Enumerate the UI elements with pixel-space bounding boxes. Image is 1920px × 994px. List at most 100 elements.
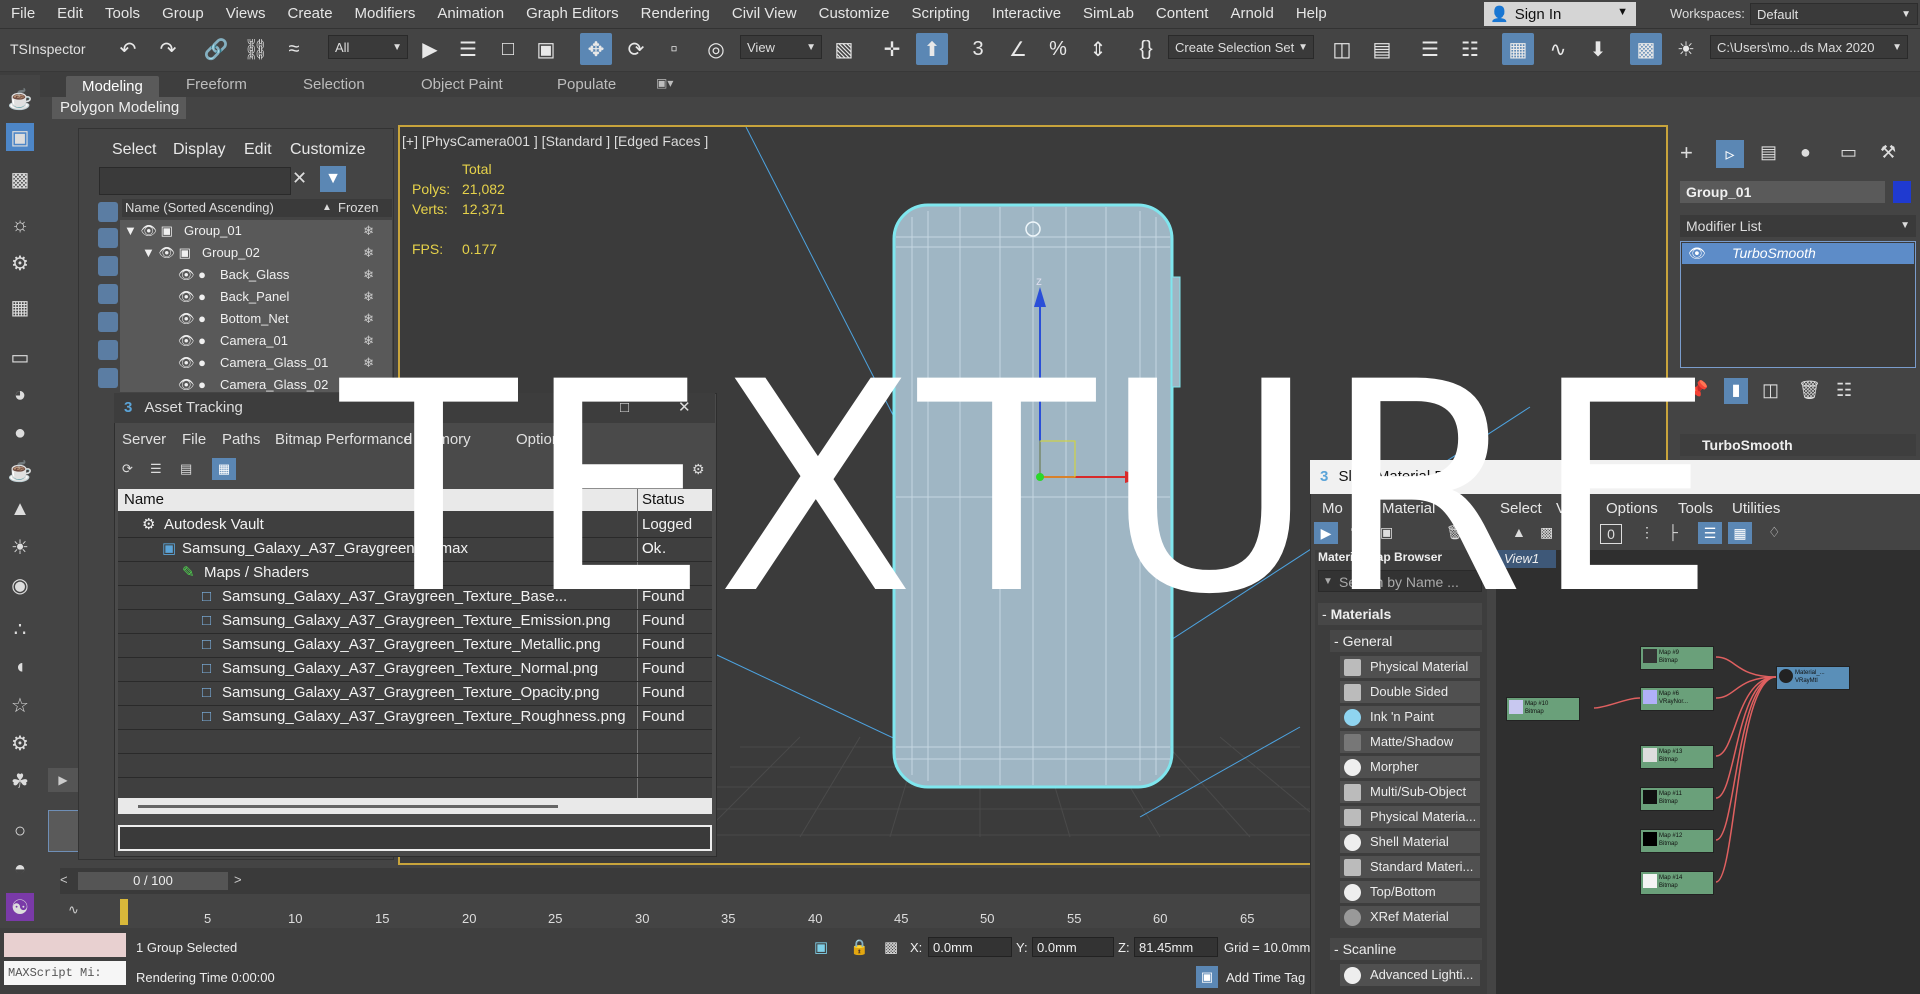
object-color-swatch[interactable] — [1893, 181, 1911, 203]
explorer-row[interactable]: 👁 ● Back_Glass ❄ — [120, 264, 392, 286]
scrollbar-thumb[interactable] — [138, 805, 558, 808]
asset-menu-file[interactable]: File — [182, 431, 206, 448]
angle-snap-icon[interactable]: ∠ — [1002, 33, 1034, 65]
select-object-icon[interactable]: ▶ — [414, 33, 446, 65]
gear-icon[interactable]: ⚙ — [6, 729, 34, 757]
render-setup-icon[interactable]: ☀ — [1670, 33, 1702, 65]
freeze-icon[interactable]: ❄ — [363, 352, 374, 374]
select-and-rotate-icon[interactable]: ⟳ — [620, 33, 652, 65]
expand-icon[interactable]: ▼ 👁 ▣ — [124, 220, 173, 242]
slate-menu-material[interactable]: Material — [1382, 500, 1435, 517]
node-map-13[interactable]: Map #13 Bitmap — [1640, 745, 1714, 769]
asset-menu-paths[interactable]: Paths — [222, 431, 260, 448]
visibility-icon[interactable]: 👁 ● — [178, 352, 206, 374]
settings-icon[interactable]: ⚙ — [692, 461, 705, 478]
select-and-move-icon[interactable]: ✥ — [580, 33, 612, 65]
freeze-icon[interactable]: ❄ — [363, 242, 374, 264]
maxscript-mini-listener[interactable]: MAXScript Mi: — [4, 961, 126, 985]
utilities-tab-icon[interactable]: ⚒ — [1880, 142, 1896, 163]
menu-content[interactable]: Content — [1145, 0, 1220, 28]
absolute-mode-icon[interactable]: ▩ — [884, 938, 898, 956]
scene-icon[interactable]: ⚙ — [6, 249, 34, 277]
viewport-label[interactable]: [+] [PhysCamera001 ] [Standard ] [Edged … — [402, 133, 708, 149]
slate-menu-edit[interactable]: E — [1456, 500, 1466, 517]
display-none-icon[interactable] — [98, 202, 118, 222]
hemisphere-icon[interactable]: ◕ — [6, 381, 34, 409]
close-icon[interactable]: ✕ — [292, 168, 307, 189]
modify-tab-icon[interactable]: ▹ — [1716, 140, 1744, 168]
explorer-menu-customize[interactable]: Customize — [290, 141, 366, 159]
material-item[interactable]: Ink 'n Paint — [1340, 706, 1480, 728]
turbosmooth-rollout[interactable]: TurboSmooth — [1680, 434, 1916, 456]
menu-rendering[interactable]: Rendering — [630, 0, 721, 28]
light-icon[interactable]: ☼ — [6, 211, 34, 239]
object-name-field[interactable]: Group_01 — [1680, 181, 1885, 203]
freeze-icon[interactable]: ❄ — [363, 286, 374, 308]
undo-icon[interactable]: ↶ — [112, 33, 144, 65]
visibility-icon[interactable]: 👁 ● — [178, 286, 206, 308]
material-item[interactable]: Top/Bottom — [1340, 881, 1480, 903]
menu-edit[interactable]: Edit — [46, 0, 94, 28]
asset-menu-memory[interactable]: d Memory — [404, 431, 471, 448]
asset-menu-options[interactable]: Options — [516, 431, 568, 448]
material-item[interactable]: Multi/Sub-Object — [1340, 781, 1480, 803]
filter-icon[interactable]: ▼ — [320, 166, 346, 192]
spinner-snap-icon[interactable]: ⇕ — [1082, 33, 1114, 65]
navigator-icon[interactable]: ♢ — [1768, 524, 1781, 541]
rectangle-selection-icon[interactable]: □ — [492, 33, 524, 65]
help-icon[interactable]: ? — [658, 461, 666, 477]
select-by-name-icon[interactable]: ☰ — [452, 33, 484, 65]
explorer-menu-display[interactable]: Display — [173, 141, 225, 159]
select-tool-icon[interactable]: ▶ — [1314, 522, 1338, 544]
link-icon[interactable]: 🔗 — [200, 33, 232, 65]
visibility-icon[interactable]: 👁 ● — [178, 374, 206, 392]
material-item[interactable]: Standard Materi... — [1340, 856, 1480, 878]
column-status-header[interactable]: Status — [642, 489, 685, 511]
menu-customize[interactable]: Customize — [808, 0, 901, 28]
assign-material-icon[interactable]: ▣ — [1380, 524, 1393, 541]
parameter-editor-icon[interactable]: ▦ — [1728, 522, 1752, 544]
show-end-result-icon[interactable]: ▮ — [1724, 378, 1748, 404]
display-geometry-icon[interactable] — [98, 228, 118, 248]
modifier-stack-item[interactable]: 👁 TurboSmooth — [1682, 243, 1914, 264]
slate-menu-modes[interactable]: Mo — [1322, 500, 1343, 517]
general-section[interactable]: - General — [1330, 630, 1482, 652]
slate-titlebar[interactable]: 3 Slate Material Ed — [1310, 460, 1920, 494]
material-item[interactable]: Double Sided — [1340, 681, 1480, 703]
sun-icon[interactable]: ☀ — [6, 533, 34, 561]
browser-search-input[interactable]: ▼ Search by Name ... — [1318, 570, 1482, 592]
polygon-modeling-panel[interactable]: Polygon Modeling — [52, 97, 186, 119]
plant-icon[interactable]: ☘ — [6, 767, 34, 795]
node-material[interactable]: Material_... VRayMtl — [1776, 666, 1850, 690]
modifier-list-select[interactable]: Modifier List ▼ — [1680, 215, 1916, 237]
display-tab-icon[interactable]: ▭ — [1840, 142, 1857, 163]
scanline-section[interactable]: - Scanline — [1330, 938, 1482, 960]
layer-explorer-icon[interactable]: ☷ — [1454, 33, 1486, 65]
ts-inspector-label[interactable]: TSInspector — [10, 41, 85, 57]
asset-row[interactable]: □ Samsung_Galaxy_A37_Graygreen_Texture_Op… — [118, 681, 712, 706]
display-spacewarps-icon[interactable] — [98, 368, 118, 388]
menu-modifiers[interactable]: Modifiers — [344, 0, 427, 28]
menu-simlab[interactable]: SimLab — [1072, 0, 1145, 28]
palette-icon[interactable]: ◓ — [6, 855, 34, 883]
menu-graph-editors[interactable]: Graph Editors — [515, 0, 630, 28]
material-item[interactable]: Matte/Shadow — [1340, 731, 1480, 753]
material-id-button[interactable]: 0 — [1600, 524, 1622, 544]
horizontal-scrollbar[interactable] — [118, 798, 712, 814]
app-logo-icon[interactable]: ☯ — [6, 893, 34, 921]
explorer-row[interactable]: 👁 ● Back_Panel ❄ — [120, 286, 392, 308]
isolate-icon[interactable]: ▣ — [814, 938, 828, 956]
ball-icon[interactable]: ◉ — [6, 571, 34, 599]
menu-animation[interactable]: Animation — [426, 0, 515, 28]
current-frame-marker[interactable] — [120, 899, 128, 925]
selection-filter-select[interactable]: All ▼ — [328, 35, 408, 59]
named-selection-sets-icon[interactable]: {} — [1130, 33, 1162, 65]
coord-x-field[interactable]: 0.0mm — [928, 937, 1012, 957]
slate-menu-view[interactable]: View — [1556, 500, 1588, 517]
tab-modeling[interactable]: Modeling — [66, 76, 159, 97]
delete-icon[interactable]: 🗑 — [1446, 524, 1464, 541]
tab-object-paint[interactable]: Object Paint — [421, 76, 503, 93]
explorer-row[interactable]: 👁 ● Bottom_Net ❄ — [120, 308, 392, 330]
display-lights-icon[interactable] — [98, 284, 118, 304]
node-map-9[interactable]: Map #9 Bitmap — [1640, 646, 1714, 670]
